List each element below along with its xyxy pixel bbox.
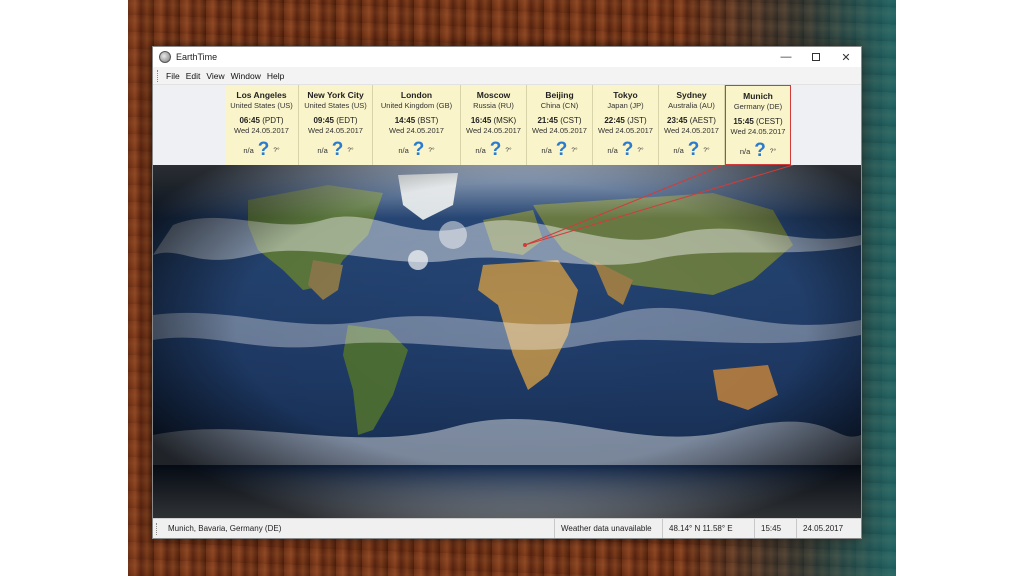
city-name: Moscow <box>476 90 511 100</box>
weather-text: n/a <box>475 145 486 155</box>
weather-text: n/a <box>673 145 684 155</box>
city-date: Wed 24.05.2017 <box>466 126 521 135</box>
menu-file[interactable]: File <box>163 71 183 81</box>
weather-text: n/a <box>541 145 552 155</box>
city-date: Wed 24.05.2017 <box>308 126 363 135</box>
temperature: ?° <box>571 146 578 154</box>
menu-edit[interactable]: Edit <box>183 71 204 81</box>
city-name: New York City <box>307 90 364 100</box>
city-card-tokyo[interactable]: Tokyo Japan (JP) 22:45 (JST) Wed 24.05.2… <box>593 85 659 165</box>
city-date: Wed 24.05.2017 <box>234 126 289 135</box>
city-date: Wed 24.05.2017 <box>598 126 653 135</box>
menu-view[interactable]: View <box>203 71 227 81</box>
question-mark-icon: ? <box>257 139 270 160</box>
city-country: Japan (JP) <box>607 101 644 110</box>
status-weather: Weather data unavailable <box>554 519 662 538</box>
city-country: Australia (AU) <box>668 101 715 110</box>
city-date: Wed 24.05.2017 <box>664 126 719 135</box>
temperature: ?° <box>703 146 710 154</box>
city-time: 15:45 <box>733 117 754 126</box>
title-bar[interactable]: EarthTime — ✕ <box>153 47 861 67</box>
city-name: Munich <box>743 91 773 101</box>
city-timezone: (EDT) <box>336 116 358 125</box>
question-mark-icon: ? <box>331 139 344 160</box>
menu-bar: File Edit View Window Help <box>153 67 861 85</box>
city-time: 06:45 <box>239 116 260 125</box>
city-time: 14:45 <box>394 116 416 125</box>
city-timezone: (BST) <box>417 116 439 125</box>
temperature: ?° <box>347 146 354 154</box>
status-time: 15:45 <box>754 519 796 538</box>
city-name: Sydney <box>676 90 707 100</box>
weather-text: n/a <box>607 145 618 155</box>
city-card-new-york-city[interactable]: New York City United States (US) 09:45 (… <box>299 85 373 165</box>
city-card-sydney[interactable]: Sydney Australia (AU) 23:45 (AEST) Wed 2… <box>659 85 725 165</box>
city-clock-strip: Los Angeles United States (US) 06:45 (PD… <box>153 85 861 165</box>
app-globe-icon <box>159 51 171 63</box>
city-date: Wed 24.05.2017 <box>389 126 444 135</box>
menu-help[interactable]: Help <box>264 71 287 81</box>
app-window: EarthTime — ✕ File Edit View Window Help… <box>152 46 862 539</box>
temperature: ?° <box>428 146 435 154</box>
maximize-icon <box>812 53 820 61</box>
city-time: 16:45 <box>470 116 492 125</box>
city-date: Wed 24.05.2017 <box>730 127 786 136</box>
city-card-munich-selected[interactable]: Munich Germany (DE) 15:45 (CEST) Wed 24.… <box>725 85 791 165</box>
world-map[interactable] <box>153 165 861 520</box>
menu-window[interactable]: Window <box>228 71 264 81</box>
question-mark-icon: ? <box>489 139 502 160</box>
question-mark-icon: ? <box>555 139 568 160</box>
status-bar: Munich, Bavaria, Germany (DE) Weather da… <box>153 518 861 538</box>
city-card-london[interactable]: London United Kingdom (GB) 14:45 (BST) W… <box>373 85 461 165</box>
city-timezone: (CEST) <box>756 117 783 126</box>
city-timezone: (JST) <box>627 116 647 125</box>
question-mark-icon: ? <box>621 139 634 160</box>
close-button[interactable]: ✕ <box>831 47 861 67</box>
city-date: Wed 24.05.2017 <box>532 126 587 135</box>
temperature: ?° <box>273 146 280 154</box>
statusbar-grip <box>156 522 159 535</box>
desktop-background: EarthTime — ✕ File Edit View Window Help… <box>0 0 1024 576</box>
minimize-button[interactable]: — <box>771 47 801 67</box>
weather-text: n/a <box>317 145 328 155</box>
status-date: 24.05.2017 <box>796 519 852 538</box>
city-timezone: (CST) <box>560 116 582 125</box>
city-timezone: (PDT) <box>262 116 284 125</box>
status-coordinates: 48.14° N 11.58° E <box>662 519 754 538</box>
city-country: United Kingdom (GB) <box>380 101 453 110</box>
city-country: Germany (DE) <box>733 102 783 111</box>
city-country: United States (US) <box>304 101 367 110</box>
city-name: Beijing <box>545 90 574 100</box>
window-title: EarthTime <box>176 52 218 62</box>
temperature: ?° <box>769 147 777 155</box>
weather-text: n/a <box>243 145 254 155</box>
city-name: Los Angeles <box>236 90 287 100</box>
city-timezone: (MSK) <box>493 116 517 125</box>
question-mark-icon: ? <box>687 139 700 160</box>
question-mark-icon: ? <box>412 139 425 160</box>
city-card-beijing[interactable]: Beijing China (CN) 21:45 (CST) Wed 24.05… <box>527 85 593 165</box>
city-country: China (CN) <box>540 101 579 110</box>
city-time: 23:45 <box>667 116 688 125</box>
temperature: ?° <box>505 146 512 154</box>
status-location: Munich, Bavaria, Germany (DE) <box>168 524 282 533</box>
city-country: United States (US) <box>230 101 293 110</box>
weather-text: n/a <box>739 146 751 156</box>
toolbar-grip[interactable] <box>157 69 160 82</box>
world-map-image <box>153 165 861 520</box>
city-card-moscow[interactable]: Moscow Russia (RU) 16:45 (MSK) Wed 24.05… <box>461 85 527 165</box>
weather-text: n/a <box>398 145 409 155</box>
location-marker[interactable] <box>523 243 527 247</box>
temperature: ?° <box>637 146 644 154</box>
city-timezone: (AEST) <box>689 116 716 125</box>
city-country: Russia (RU) <box>473 101 514 110</box>
city-time: 21:45 <box>537 116 558 125</box>
city-name: London <box>400 90 433 100</box>
city-card-los-angeles[interactable]: Los Angeles United States (US) 06:45 (PD… <box>225 85 299 165</box>
question-mark-icon: ? <box>754 140 766 161</box>
city-time: 09:45 <box>313 116 334 125</box>
city-name: Tokyo <box>613 90 638 100</box>
city-time: 22:45 <box>604 116 625 125</box>
maximize-button[interactable] <box>801 47 831 67</box>
